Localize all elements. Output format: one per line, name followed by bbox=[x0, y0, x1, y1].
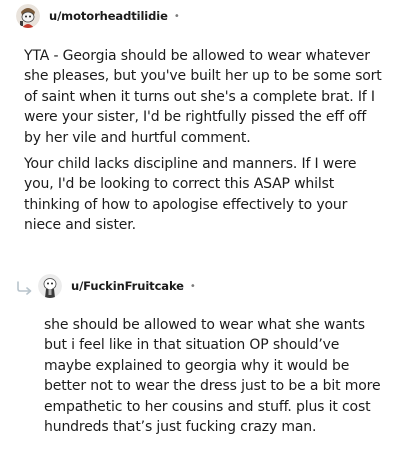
username[interactable]: u/FuckinFruitcake bbox=[71, 279, 184, 293]
separator-dot: • bbox=[173, 10, 180, 22]
username[interactable]: u/motorheadtilidie bbox=[49, 9, 168, 23]
comment-body: YTA - Georgia should be allowed to wear … bbox=[24, 46, 384, 242]
comment-paragraph: she should be allowed to wear what she w… bbox=[44, 317, 381, 436]
comment-header: u/motorheadtilidie • bbox=[16, 4, 180, 28]
separator-dot: • bbox=[189, 280, 196, 292]
comment-paragraph: YTA - Georgia should be allowed to wear … bbox=[24, 48, 382, 146]
user-avatar-icon[interactable] bbox=[38, 274, 62, 298]
comment-body: she should be allowed to wear what she w… bbox=[44, 315, 382, 443]
user-avatar-icon[interactable] bbox=[16, 4, 40, 28]
comment-header: u/FuckinFruitcake • bbox=[38, 274, 196, 298]
comment-paragraph: Your child lacks discipline and manners.… bbox=[24, 156, 357, 234]
reply-arrow-icon bbox=[16, 280, 34, 295]
